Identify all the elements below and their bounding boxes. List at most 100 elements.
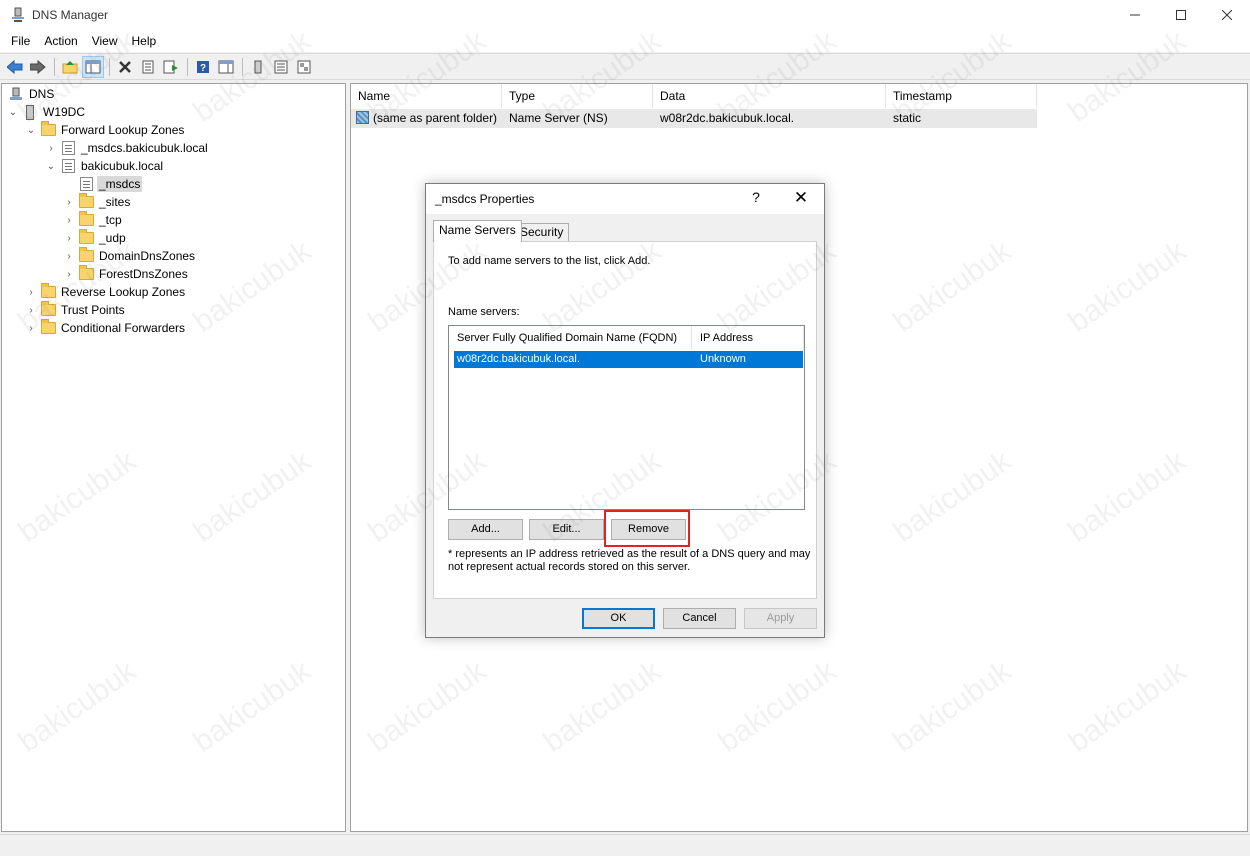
forward-button[interactable] bbox=[27, 56, 49, 78]
properties-icon bbox=[142, 60, 154, 73]
chevron-down-icon[interactable]: ⌄ bbox=[6, 103, 20, 121]
tree-item-msdcs-zone[interactable]: › _msdcs.bakicubuk.local bbox=[44, 139, 210, 157]
chevron-right-icon[interactable]: › bbox=[62, 247, 76, 265]
name-servers-list[interactable]: Server Fully Qualified Domain Name (FQDN… bbox=[448, 325, 805, 510]
chevron-down-icon[interactable]: ⌄ bbox=[44, 157, 58, 175]
chevron-right-icon[interactable]: › bbox=[62, 265, 76, 283]
toolbar-separator bbox=[187, 57, 188, 76]
edit-button[interactable]: Edit... bbox=[529, 519, 604, 540]
minimize-button[interactable] bbox=[1112, 0, 1158, 30]
dns-manager-app-icon bbox=[10, 7, 26, 23]
tree-item-forward-lookup-zones[interactable]: ⌄ Forward Lookup Zones bbox=[24, 121, 186, 139]
back-button[interactable] bbox=[4, 56, 26, 78]
tab-name-servers[interactable]: Name Servers bbox=[433, 220, 522, 242]
folder-icon bbox=[40, 319, 56, 336]
tree-item-reverse-lookup-zones[interactable]: › Reverse Lookup Zones bbox=[24, 283, 187, 301]
console-tree: DNS ⌄ W19DC ⌄ Forward Lookup Zones › _ms… bbox=[1, 83, 346, 832]
name-server-ip: Unknown bbox=[700, 353, 746, 365]
chevron-right-icon[interactable]: › bbox=[24, 283, 38, 301]
help-icon: ? bbox=[197, 60, 209, 74]
tree-item-udp[interactable]: › _udp bbox=[62, 229, 128, 247]
delete-x-icon bbox=[119, 60, 131, 73]
server-view-button[interactable] bbox=[247, 56, 269, 78]
tree-item-msdcs-delegation[interactable]: _msdcs bbox=[62, 175, 143, 193]
tree-item-domain-zone[interactable]: ⌄ bakicubuk.local bbox=[44, 157, 165, 175]
chevron-right-icon[interactable]: › bbox=[62, 193, 76, 211]
filter-button[interactable] bbox=[293, 56, 315, 78]
dialog-close-button[interactable]: ✕ bbox=[786, 188, 816, 210]
show-hide-tree-button[interactable] bbox=[82, 55, 104, 78]
maximize-button[interactable] bbox=[1158, 0, 1204, 30]
column-header-name[interactable]: Name bbox=[351, 84, 502, 108]
properties-button[interactable] bbox=[137, 56, 159, 78]
tree-item-server[interactable]: ⌄ W19DC bbox=[6, 103, 87, 121]
folder-icon bbox=[78, 229, 94, 246]
folder-icon bbox=[78, 211, 94, 228]
tree-item-tcp[interactable]: › _tcp bbox=[62, 211, 124, 229]
name-server-row[interactable]: w08r2dc.bakicubuk.local. Unknown bbox=[454, 351, 803, 368]
menu-action[interactable]: Action bbox=[37, 30, 84, 52]
chevron-right-icon[interactable]: › bbox=[44, 139, 58, 157]
export-icon bbox=[163, 60, 178, 73]
menu-file[interactable]: File bbox=[4, 30, 37, 52]
column-header-ip-address[interactable]: IP Address bbox=[692, 326, 804, 350]
tree-item-sites[interactable]: › _sites bbox=[62, 193, 132, 211]
zone-icon bbox=[60, 158, 76, 174]
export-list-button[interactable] bbox=[160, 56, 182, 78]
instruction-text: To add name servers to the list, click A… bbox=[448, 255, 651, 267]
toolbar: ? bbox=[0, 53, 1250, 80]
up-folder-button[interactable] bbox=[59, 56, 81, 78]
add-button[interactable]: Add... bbox=[448, 519, 523, 540]
tree-item-domaindnszones[interactable]: › DomainDnsZones bbox=[62, 247, 197, 265]
name-server-fqdn: w08r2dc.bakicubuk.local. bbox=[457, 353, 580, 365]
chevron-right-icon[interactable]: › bbox=[62, 211, 76, 229]
folder-icon bbox=[40, 283, 56, 300]
dialog-help-button[interactable]: ? bbox=[744, 189, 768, 209]
tree-item-conditional-forwarders[interactable]: › Conditional Forwarders bbox=[24, 319, 187, 337]
cell-name: (same as parent folder) bbox=[351, 109, 502, 128]
tree-item-dns[interactable]: DNS bbox=[6, 85, 56, 103]
svg-text:?: ? bbox=[200, 63, 206, 74]
action-pane-button[interactable] bbox=[215, 56, 237, 78]
ip-note-text: * represents an IP address retrieved as … bbox=[448, 548, 811, 573]
table-row[interactable]: (same as parent folder) Name Server (NS)… bbox=[351, 109, 1037, 128]
dns-icon bbox=[8, 86, 24, 102]
chevron-right-icon[interactable]: › bbox=[24, 319, 38, 337]
chevron-right-icon[interactable]: › bbox=[62, 229, 76, 247]
delete-button[interactable] bbox=[114, 56, 136, 78]
server-icon bbox=[254, 60, 262, 73]
title-bar: DNS Manager bbox=[0, 0, 1250, 30]
column-header-data[interactable]: Data bbox=[653, 84, 886, 108]
list-view-button[interactable] bbox=[270, 56, 292, 78]
list-icon bbox=[274, 60, 288, 73]
menu-help[interactable]: Help bbox=[125, 30, 164, 52]
toolbar-separator bbox=[54, 57, 55, 76]
minimize-icon bbox=[1130, 14, 1140, 16]
column-header-timestamp[interactable]: Timestamp bbox=[886, 84, 1037, 108]
column-header-fqdn[interactable]: Server Fully Qualified Domain Name (FQDN… bbox=[449, 326, 692, 350]
close-button[interactable] bbox=[1204, 0, 1250, 30]
ok-button[interactable]: OK bbox=[582, 608, 655, 629]
console-tree-icon bbox=[85, 60, 101, 73]
tree-item-forestdnszones[interactable]: › ForestDnsZones bbox=[62, 265, 190, 283]
status-bar bbox=[0, 834, 1250, 856]
chevron-right-icon[interactable]: › bbox=[24, 301, 38, 319]
apply-button[interactable]: Apply bbox=[744, 608, 817, 629]
remove-highlight-annotation bbox=[604, 510, 690, 547]
dialog-title-bar: _msdcs Properties ? ✕ bbox=[426, 184, 824, 214]
cancel-button[interactable]: Cancel bbox=[663, 608, 736, 629]
tree-item-trust-points[interactable]: › Trust Points bbox=[24, 301, 127, 319]
maximize-icon bbox=[1176, 10, 1186, 20]
up-folder-icon bbox=[62, 60, 78, 73]
chevron-down-icon[interactable]: ⌄ bbox=[24, 121, 38, 139]
folder-icon bbox=[78, 193, 94, 210]
list-header: Name Type Data Timestamp bbox=[351, 84, 1037, 108]
action-pane-icon bbox=[218, 60, 234, 73]
cell-type: Name Server (NS) bbox=[509, 111, 608, 125]
menu-view[interactable]: View bbox=[85, 30, 125, 52]
tab-security[interactable]: Security bbox=[514, 223, 570, 241]
help-button[interactable]: ? bbox=[192, 56, 214, 78]
column-header-type[interactable]: Type bbox=[502, 84, 653, 108]
folder-icon bbox=[78, 265, 94, 282]
